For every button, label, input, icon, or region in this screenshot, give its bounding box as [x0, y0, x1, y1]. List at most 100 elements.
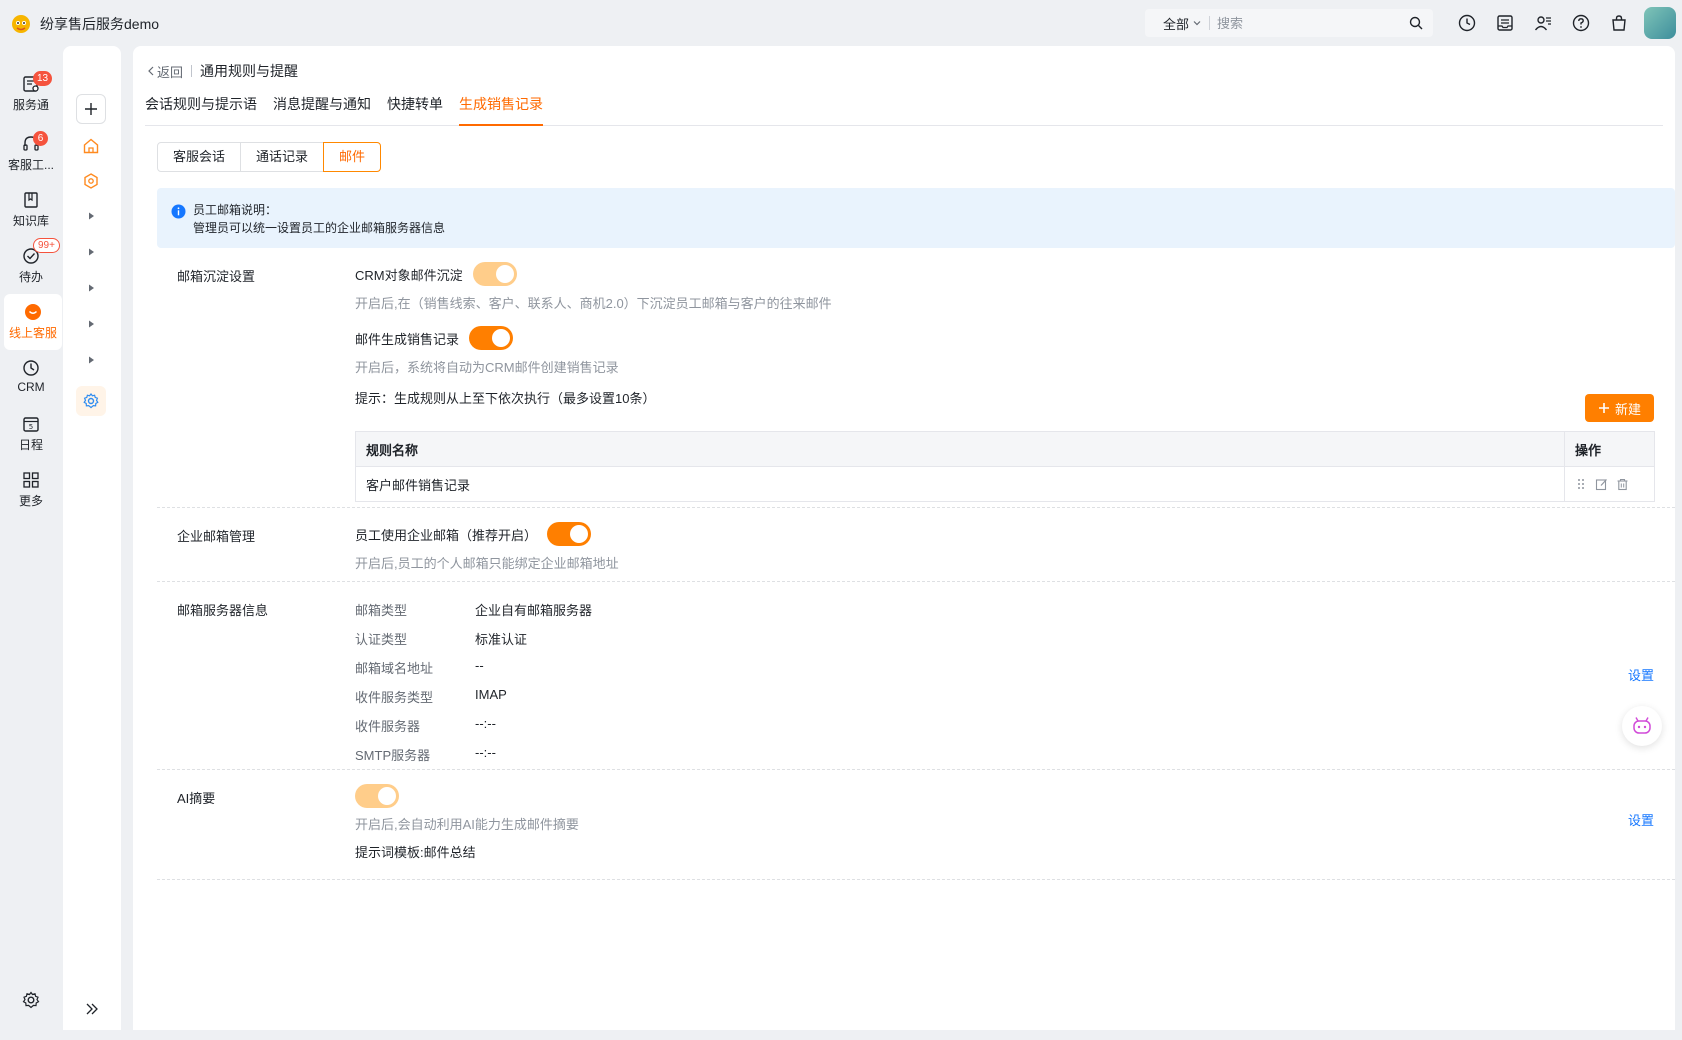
kv-value: 企业自有邮箱服务器 — [475, 603, 593, 618]
new-rule-label: 新建 — [1614, 401, 1641, 417]
nav-item-agent[interactable]: 客服工... 6 — [0, 126, 62, 182]
enterprise-mailbox-desc: 开启后,员工的个人邮箱只能绑定企业邮箱地址 — [355, 556, 619, 571]
edit-icon[interactable] — [1595, 478, 1608, 491]
settings-icon[interactable] — [21, 990, 41, 1010]
crm-archive-desc: 开启后,在（销售线索、客户、联系人、商机2.0）下沉淀员工邮箱与客户的往来邮件 — [355, 296, 832, 311]
back-label: 返回 — [157, 64, 184, 80]
enterprise-mailbox-row: 员工使用企业邮箱（推荐开启） — [355, 522, 592, 546]
enterprise-mailbox-label: 员工使用企业邮箱（推荐开启） — [355, 527, 538, 543]
enterprise-mailbox-section: 企业邮箱管理 员工使用企业邮箱（推荐开启） 开启后,员工的个人邮箱只能绑定企业邮… — [157, 508, 1675, 582]
user-avatar[interactable] — [1644, 7, 1676, 39]
search-icon[interactable] — [1409, 16, 1423, 30]
nav-item-calendar[interactable]: 5 日程 — [0, 406, 62, 462]
expand-button[interactable] — [76, 309, 106, 339]
kv-value: --:-- — [475, 716, 496, 731]
top-bar: 纷享售后服务demo 全部 — [0, 0, 1682, 46]
ai-summary-toggle[interactable] — [355, 784, 399, 808]
inbox-icon[interactable] — [1496, 14, 1514, 32]
nav-item-todo[interactable]: 待办 99+ — [0, 238, 62, 294]
section-title: 邮箱沉淀设置 — [177, 269, 256, 284]
nav-label: 知识库 — [12, 214, 49, 228]
section-title: 邮箱服务器信息 — [177, 603, 269, 618]
info-text: 管理员可以统一设置员工的企业邮箱服务器信息 — [193, 221, 446, 235]
tab-quick-transfer[interactable]: 快捷转单 — [387, 94, 443, 126]
clock-icon[interactable] — [1458, 14, 1476, 32]
double-chevron-right-icon[interactable] — [85, 1002, 99, 1016]
unread-badge: 13 — [33, 71, 53, 86]
rules-table: 规则名称 操作 客户邮件销售记录 — [355, 431, 1655, 502]
crm-archive-row: CRM对象邮件沉淀 — [355, 262, 517, 286]
crm-archive-toggle[interactable] — [472, 262, 517, 286]
add-button[interactable] — [76, 94, 106, 124]
expand-button[interactable] — [76, 237, 106, 267]
rules-hint: 提示：生成规则从上至下依次执行（最多设置10条） — [355, 391, 656, 406]
chat-bubble-icon — [25, 304, 41, 320]
book-icon — [24, 192, 38, 208]
shopping-bag-icon[interactable] — [1610, 14, 1628, 32]
section-title: 企业邮箱管理 — [177, 529, 256, 544]
search-scope-dropdown[interactable]: 全部 — [1145, 14, 1209, 33]
nav-item-knowledge[interactable]: 知识库 — [0, 182, 62, 238]
ai-summary-section: AI摘要 开启后,会自动利用AI能力生成邮件摘要 提示词模板:邮件总结 — [157, 770, 1675, 880]
ai-assistant-button[interactable] — [1622, 706, 1662, 746]
settings-button[interactable] — [76, 386, 106, 416]
tab-session-rules[interactable]: 会话规则与提示语 — [145, 94, 257, 126]
kv-key: 认证类型 — [355, 632, 408, 647]
segment-call[interactable]: 通话记录 — [240, 142, 325, 172]
ops-cell — [1564, 466, 1655, 502]
global-search[interactable]: 全部 — [1145, 9, 1433, 37]
ai-template: 提示词模板:邮件总结 — [355, 845, 476, 860]
toggle-knob — [492, 329, 511, 347]
section-title: AI摘要 — [177, 791, 216, 806]
caret-right-icon — [89, 212, 94, 220]
expand-button[interactable] — [76, 201, 106, 231]
nav-label: 服务通 — [12, 98, 49, 112]
nav-item-crm[interactable]: CRM — [0, 350, 62, 406]
ai-settings-link[interactable]: 设置 — [1628, 810, 1654, 829]
expand-button[interactable] — [76, 273, 106, 303]
sales-record-toggle[interactable] — [469, 326, 514, 350]
ai-summary-row — [355, 784, 399, 808]
breadcrumb: 返回 通用规则与提醒 — [147, 61, 298, 81]
kv-key: 邮箱域名地址 — [355, 661, 434, 676]
search-input[interactable] — [1210, 15, 1401, 31]
nav-item-online-service[interactable]: 线上客服 — [4, 294, 62, 350]
hexagon-button[interactable] — [76, 166, 106, 196]
sales-record-label: 邮件生成销售记录 — [355, 331, 460, 347]
help-icon[interactable] — [1572, 14, 1590, 32]
expand-button[interactable] — [76, 345, 106, 375]
delete-icon[interactable] — [1616, 478, 1629, 491]
kv-key: 邮箱类型 — [355, 603, 408, 618]
server-settings-link[interactable]: 设置 — [1628, 665, 1654, 684]
svg-text:5: 5 — [29, 423, 33, 431]
back-link[interactable]: 返回 — [147, 62, 183, 81]
tab-sales-records[interactable]: 生成销售记录 — [459, 94, 543, 126]
table-row[interactable]: 客户邮件销售记录 — [355, 466, 1655, 502]
kv-value: IMAP — [475, 687, 507, 702]
segment-chat[interactable]: 客服会话 — [157, 142, 242, 172]
nav-item-more[interactable]: 更多 — [0, 462, 62, 518]
toggle-knob — [570, 525, 589, 543]
kv-value: -- — [475, 658, 484, 673]
caret-right-icon — [89, 320, 94, 328]
tab-notifications[interactable]: 消息提醒与通知 — [273, 94, 371, 126]
nav-label: 线上客服 — [8, 326, 57, 340]
unread-badge: 6 — [33, 131, 48, 146]
new-rule-button[interactable]: 新建 — [1585, 394, 1654, 422]
toggle-knob — [378, 787, 396, 805]
nav-item-service[interactable]: 服务通 13 — [0, 66, 62, 122]
chevron-left-icon — [148, 66, 154, 76]
nav-label: 客服工... — [7, 158, 54, 172]
calendar-icon: 5 — [23, 417, 39, 432]
main-panel: 返回 通用规则与提醒 会话规则与提示语 消息提醒与通知 快捷转单 生成销售记录 … — [133, 46, 1675, 1030]
kv-key: SMTP服务器 — [355, 748, 431, 763]
nav-label: 更多 — [18, 494, 43, 508]
nav-label: 待办 — [18, 270, 43, 284]
app-title: 纷享售后服务demo — [40, 16, 160, 32]
plus-icon — [85, 103, 97, 115]
enterprise-mailbox-toggle[interactable] — [547, 522, 592, 546]
drag-handle-icon[interactable] — [1575, 478, 1587, 490]
segment-email[interactable]: 邮件 — [323, 142, 382, 172]
home-button[interactable] — [76, 131, 106, 161]
contacts-icon[interactable] — [1534, 14, 1552, 32]
